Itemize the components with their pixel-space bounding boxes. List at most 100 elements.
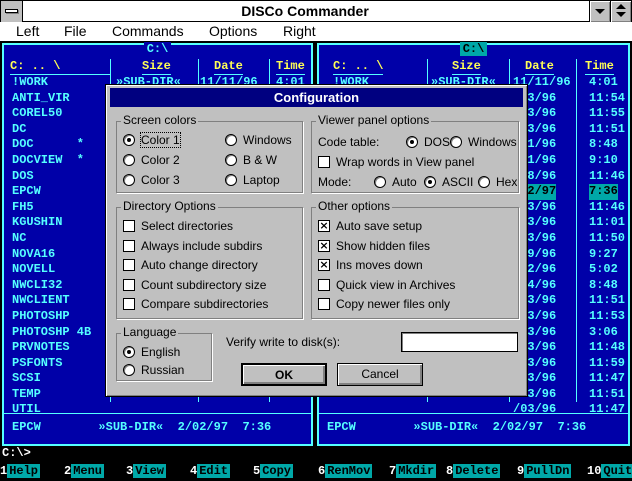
checkbox-other-4[interactable]: Copy newer files only <box>318 296 450 312</box>
fkey-label: PullDn <box>524 464 572 478</box>
fkey-menu-button[interactable]: 2 Menu <box>64 463 105 479</box>
cancel-button[interactable]: Cancel <box>337 363 423 386</box>
file-name: UTIL <box>12 402 41 417</box>
file-name: ANTI_VIR <box>12 90 70 105</box>
checkbox-dir-2[interactable]: Auto change directory <box>123 257 258 273</box>
left-col-time[interactable]: Time <box>276 59 305 75</box>
radio-code-windows[interactable]: Windows <box>450 134 517 150</box>
checkbox-other-0[interactable]: × Auto save setup <box>318 218 422 234</box>
screen-colors-label: Screen colors <box>121 113 199 127</box>
file-time: 9:10 <box>589 152 618 167</box>
maximize-button[interactable] <box>610 1 631 22</box>
right-col-time[interactable]: Time <box>585 59 614 75</box>
left-col-name[interactable]: C: .. \ <box>10 59 110 75</box>
file-name: NWCLIENT <box>12 293 70 308</box>
radio-color-1[interactable]: Color 1 <box>123 132 181 148</box>
checkbox-indicator: × <box>318 219 330 232</box>
checkbox-dir-3[interactable]: Count subdirectory size <box>123 277 266 293</box>
checkbox-wrap-words[interactable]: Wrap words in View panel <box>318 154 474 170</box>
file-time: 11:48 <box>589 340 626 355</box>
menu-commands[interactable]: Commands <box>112 23 184 39</box>
minimize-button[interactable] <box>589 1 610 22</box>
radio-bw[interactable]: B & W <box>225 152 277 168</box>
checkbox-dir-0[interactable]: Select directories <box>123 218 233 234</box>
file-name: COREL50 <box>12 106 63 121</box>
fkey-label: Quit <box>601 464 632 478</box>
menu-file[interactable]: File <box>64 23 87 39</box>
checkbox-indicator <box>123 239 135 252</box>
checkbox-indicator <box>318 156 330 168</box>
right-col-date[interactable]: Date <box>525 59 554 75</box>
left-file-row[interactable]: UTIL <box>4 402 311 418</box>
fkey-mkdir-button[interactable]: 7 Mkdir <box>389 463 437 479</box>
menu-right[interactable]: Right <box>283 23 316 39</box>
file-name: PSFONTS <box>12 355 63 370</box>
fkey-help-button[interactable]: 1 Help <box>0 463 41 479</box>
fkey-quit-button[interactable]: 10 Quit <box>587 463 632 479</box>
file-name: NOVA16 <box>12 246 56 261</box>
fkey-renmov-button[interactable]: 6 RenMov <box>318 463 373 479</box>
fkey-label: Help <box>7 464 41 478</box>
radio-russian[interactable]: Russian <box>123 362 184 378</box>
left-col-size[interactable]: Size <box>142 59 171 75</box>
file-time: 7:36 <box>589 184 618 200</box>
radio-english[interactable]: English <box>123 344 180 360</box>
checkbox-indicator: × <box>318 258 330 272</box>
function-key-bar: 1 Help 2 Menu 3 View 4 Edit 5 Copy 6 RenMov 7 Mkdir 8 D… <box>0 461 632 481</box>
window-title: DISCo Commander <box>241 3 369 19</box>
system-menu-button[interactable] <box>1 1 23 22</box>
checkbox-other-2[interactable]: × Ins moves down <box>318 257 423 273</box>
checkbox-other-3[interactable]: Quick view in Archives <box>318 277 455 293</box>
left-panel-path: C:\ <box>143 42 172 56</box>
file-name: EPCW <box>12 184 41 199</box>
file-name: !WORK <box>12 75 49 89</box>
fkey-copy-button[interactable]: 5 Copy <box>253 463 294 479</box>
menu-left[interactable]: Left <box>16 23 39 39</box>
ok-button[interactable]: OK <box>241 363 327 386</box>
menu-options[interactable]: Options <box>209 23 257 39</box>
radio-windows[interactable]: Windows <box>225 132 292 148</box>
dialog-title: Configuration <box>110 88 523 107</box>
radio-indicator <box>123 134 135 146</box>
fkey-delete-button[interactable]: 8 Delete <box>446 463 501 479</box>
checkbox-indicator <box>318 278 330 291</box>
file-time: 8:48 <box>589 137 618 152</box>
right-col-size[interactable]: Size <box>452 59 481 75</box>
radio-indicator <box>478 176 490 188</box>
radio-mode-ascii[interactable]: ASCII <box>424 174 473 190</box>
radio-indicator <box>123 346 135 358</box>
radio-color-2[interactable]: Color 2 <box>123 152 180 168</box>
command-line[interactable]: C:\> <box>2 446 31 460</box>
file-name: NWCLI32 <box>12 277 63 292</box>
checkbox-dir-1[interactable]: Always include subdirs <box>123 238 262 254</box>
configuration-dialog: Configuration Screen colors Color 1 Colo… <box>105 84 528 397</box>
file-name: DC <box>12 121 27 136</box>
radio-indicator <box>225 134 237 146</box>
fkey-view-button[interactable]: 3 View <box>126 463 167 479</box>
radio-code-dos[interactable]: DOS <box>406 134 450 150</box>
code-table-label: Code table: <box>318 135 380 149</box>
verify-input[interactable] <box>401 332 518 352</box>
language-group: Language English Russian <box>116 325 212 381</box>
title-bar: DISCo Commander <box>0 0 632 22</box>
file-time: 11:47 <box>589 402 626 417</box>
file-time: 8:48 <box>589 277 618 292</box>
radio-mode-hex[interactable]: Hex <box>478 174 518 190</box>
right-panel-footer: EPCW »SUB-DIR« 2/02/97 7:36 <box>327 420 587 434</box>
fkey-label: Edit <box>197 464 231 478</box>
file-time: 4:01 <box>589 75 618 89</box>
right-col-name[interactable]: C: .. \ <box>333 59 384 75</box>
checkbox-other-1[interactable]: × Show hidden files <box>318 238 430 254</box>
file-name: SCSI <box>12 371 41 386</box>
radio-laptop[interactable]: Laptop <box>225 172 280 188</box>
left-col-date[interactable]: Date <box>214 59 243 75</box>
file-time: 11:50 <box>589 230 626 245</box>
fkey-edit-button[interactable]: 4 Edit <box>190 463 231 479</box>
checkbox-indicator <box>318 298 330 311</box>
fkey-pulldn-button[interactable]: 9 PullDn <box>517 463 572 479</box>
checkbox-dir-4[interactable]: Compare subdirectories <box>123 296 268 312</box>
radio-mode-auto[interactable]: Auto <box>374 174 417 190</box>
file-time: 11:46 <box>589 199 626 214</box>
right-file-row[interactable]: /03/96 11:47 <box>319 402 628 418</box>
radio-color-3[interactable]: Color 3 <box>123 172 180 188</box>
